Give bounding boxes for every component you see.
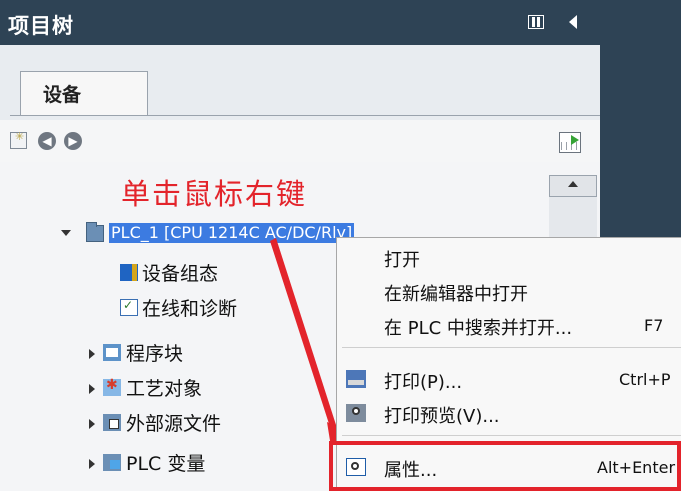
- tab-devices-label: 设备: [43, 84, 82, 106]
- plc-variables-icon: [103, 454, 121, 471]
- print-icon: [346, 370, 366, 388]
- menu-separator: [342, 435, 681, 436]
- back-arrow-icon[interactable]: ◀: [38, 132, 56, 150]
- panel-title: 项目树: [8, 14, 74, 38]
- menu-item-label: 在新编辑器中打开: [384, 284, 528, 305]
- menu-item-open-new-editor[interactable]: 在新编辑器中打开: [337, 275, 681, 308]
- new-item-icon[interactable]: [10, 130, 27, 149]
- menu-item-shortcut: F7: [644, 316, 664, 335]
- expand-arrow-icon[interactable]: [61, 230, 71, 236]
- tree-item-label: 工艺对象: [126, 378, 203, 400]
- forward-arrow-icon[interactable]: ▶: [64, 132, 82, 150]
- tree-item-online-diagnostics[interactable]: 在线和诊断: [120, 294, 330, 322]
- expand-arrow-icon[interactable]: [89, 384, 95, 394]
- tab-divider: [10, 115, 600, 116]
- menu-item-label: 打印(P)...: [384, 372, 463, 393]
- menu-item-label: 打开: [384, 250, 420, 271]
- project-tree-titlebar: 项目树: [0, 0, 600, 45]
- print-preview-icon: [346, 404, 366, 422]
- menu-item-open[interactable]: 打开: [337, 241, 681, 274]
- expand-arrow-icon[interactable]: [89, 419, 95, 429]
- technology-objects-icon: [103, 377, 121, 396]
- tree-item-external-source[interactable]: 外部源文件: [89, 409, 329, 437]
- menu-item-label: 打印预览(V)...: [384, 406, 500, 427]
- annotation-right-click: 单击鼠标右键: [121, 177, 308, 211]
- expand-arrow-icon[interactable]: [89, 459, 95, 469]
- collapse-panel-icon[interactable]: [569, 15, 577, 29]
- device-config-icon: [120, 264, 138, 281]
- tree-toolbar: ◀ ▶: [0, 120, 600, 162]
- plc-folder-icon: [86, 222, 104, 242]
- menu-item-print-preview[interactable]: 打印预览(V)...: [337, 397, 681, 430]
- tree-item-label: 外部源文件: [126, 413, 222, 435]
- tab-devices[interactable]: 设备: [20, 71, 148, 115]
- tree-item-device-config[interactable]: 设备组态: [120, 259, 330, 287]
- tab-strip: 设备: [0, 45, 600, 120]
- tree-item-label: 程序块: [126, 343, 184, 365]
- plc-label: PLC_1 [CPU 1214C AC/DC/Rly]: [109, 223, 355, 243]
- tree-item-technology-objects[interactable]: 工艺对象: [89, 374, 329, 402]
- menu-item-shortcut: Ctrl+P: [619, 370, 671, 389]
- program-blocks-icon: [103, 344, 121, 361]
- tree-item-label: PLC 变量: [126, 453, 206, 475]
- menu-item-label: 在 PLC 中搜索并打开...: [384, 318, 573, 339]
- scroll-up-button[interactable]: [549, 175, 597, 197]
- external-source-icon: [103, 414, 121, 431]
- dock-panel-icon[interactable]: [528, 15, 544, 29]
- menu-separator: [342, 347, 681, 348]
- online-diagnostics-icon: [120, 298, 138, 316]
- properties-highlight-box: [329, 441, 681, 491]
- menu-item-search-open-plc[interactable]: 在 PLC 中搜索并打开... F7: [337, 309, 681, 342]
- expand-arrow-icon[interactable]: [89, 349, 95, 359]
- tree-item-program-blocks[interactable]: 程序块: [89, 339, 329, 367]
- menu-item-print[interactable]: 打印(P)... Ctrl+P: [337, 363, 681, 396]
- tree-item-label: 在线和诊断: [142, 298, 238, 320]
- tree-item-plc-variables[interactable]: PLC 变量: [89, 449, 329, 477]
- overview-table-icon[interactable]: [559, 132, 581, 153]
- tree-item-label: 设备组态: [142, 263, 219, 285]
